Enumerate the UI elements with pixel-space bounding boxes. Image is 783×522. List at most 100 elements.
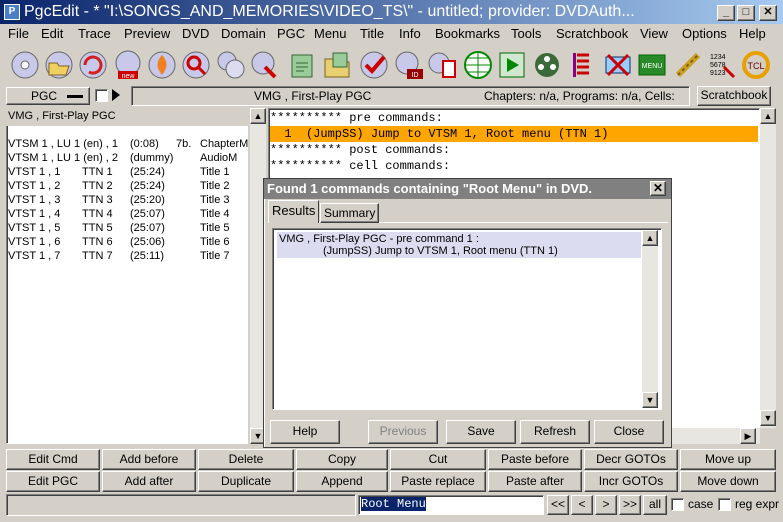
close-window-button[interactable]: ✕ <box>759 5 777 21</box>
menu-tools[interactable]: Tools <box>511 26 541 41</box>
selected-command-line[interactable]: 1 (JumpSS) Jump to VTSM 1, Root menu (TT… <box>270 126 758 142</box>
search-dvd-icon[interactable] <box>179 48 213 82</box>
tab-results[interactable]: Results <box>268 200 320 223</box>
pgc-list-cell[interactable]: VTST 1 , 7 <box>8 250 60 262</box>
menu-file[interactable]: File <box>8 26 29 41</box>
globe-icon[interactable] <box>461 48 495 82</box>
code-scrollbar[interactable] <box>760 108 776 428</box>
menu-dvd[interactable]: DVD <box>182 26 209 41</box>
chain-icon[interactable] <box>671 48 705 82</box>
film-reel-icon[interactable] <box>530 48 564 82</box>
menu-help[interactable]: Help <box>739 26 766 41</box>
notes-icon[interactable] <box>285 48 319 82</box>
scroll-right-icon[interactable]: ▶ <box>740 428 756 444</box>
numbers-icon[interactable]: 1234 5678 9123 <box>705 48 739 82</box>
edit-pgc-button[interactable]: Edit PGC <box>6 471 100 492</box>
dialog-refresh-button[interactable]: Refresh <box>520 420 590 444</box>
menu-icon[interactable]: MENU <box>635 48 669 82</box>
dialog-save-button[interactable]: Save <box>446 420 516 444</box>
menu-pgc[interactable]: PGC <box>277 26 305 41</box>
scroll-down-icon[interactable]: ▼ <box>642 392 658 408</box>
dialog-close-button[interactable]: Close <box>594 420 664 444</box>
menu-view[interactable]: View <box>640 26 668 41</box>
copy-button[interactable]: Copy <box>296 449 388 470</box>
case-checkbox[interactable] <box>671 498 684 511</box>
last-result-button[interactable]: >> <box>619 495 641 515</box>
scroll-down-icon[interactable]: ▼ <box>760 410 776 426</box>
menu-trace[interactable]: Trace <box>78 26 111 41</box>
append-button[interactable]: Append <box>296 471 388 492</box>
add-after-button[interactable]: Add after <box>102 471 196 492</box>
scratchbook-button[interactable]: Scratchbook <box>697 86 771 106</box>
play-green-icon[interactable] <box>495 48 529 82</box>
duplicate-button[interactable]: Duplicate <box>198 471 294 492</box>
pgc-list-cell[interactable]: VTST 1 , 1 <box>8 166 60 178</box>
menu-scratchbook[interactable]: Scratchbook <box>556 26 628 41</box>
dvd-arrow-icon[interactable] <box>248 48 282 82</box>
pgc-list-cell[interactable]: VTST 1 , 4 <box>8 208 60 220</box>
scroll-up-icon[interactable]: ▲ <box>760 108 776 124</box>
pgc-list-cell[interactable]: VTST 1 , 3 <box>8 194 60 206</box>
paste-replace-button[interactable]: Paste replace <box>390 471 486 492</box>
copy-dvd-icon[interactable] <box>426 48 460 82</box>
play-icon[interactable] <box>112 89 120 101</box>
pgc-list-cell[interactable]: VTSM 1 , LU 1 (en) , 2 <box>8 152 118 164</box>
menu-bookmarks[interactable]: Bookmarks <box>435 26 500 41</box>
tab-summary[interactable]: Summary <box>320 203 380 223</box>
pgc-list-cell: TTN 1 <box>82 166 113 178</box>
next-result-button[interactable]: > <box>595 495 617 515</box>
app-icon[interactable]: P <box>4 4 20 20</box>
list-icon[interactable] <box>566 48 600 82</box>
pgc-list-cell[interactable]: VTSM 1 , LU 1 (en) , 1 <box>8 138 118 150</box>
move-up-button[interactable]: Move up <box>680 449 776 470</box>
burn-icon[interactable] <box>145 48 179 82</box>
maximize-button[interactable]: □ <box>737 5 755 21</box>
add-before-button[interactable]: Add before <box>102 449 196 470</box>
menu-options[interactable]: Options <box>682 26 727 41</box>
open-dvd-icon[interactable] <box>8 48 42 82</box>
minimize-button[interactable]: _ <box>717 5 735 21</box>
find-all-button[interactable]: all <box>643 495 667 515</box>
paste-after-button[interactable]: Paste after <box>488 471 582 492</box>
menu-title[interactable]: Title <box>360 26 384 41</box>
decr-gotos-button[interactable]: Decr GOTOs <box>584 449 678 470</box>
menu-preview[interactable]: Preview <box>124 26 170 41</box>
dialog-close-icon[interactable]: ✕ <box>650 181 666 196</box>
folder-notes-icon[interactable] <box>320 48 354 82</box>
move-down-button[interactable]: Move down <box>680 471 776 492</box>
reload-icon[interactable] <box>76 48 110 82</box>
menu-info[interactable]: Info <box>399 26 421 41</box>
prev-result-button[interactable]: < <box>571 495 593 515</box>
open-folder-icon[interactable] <box>42 48 76 82</box>
pgc-list-cell[interactable]: VTST 1 , 6 <box>8 236 60 248</box>
check-dvd-icon[interactable] <box>357 48 391 82</box>
dialog-help-button[interactable]: Help <box>270 420 340 444</box>
pgc-list-selected[interactable]: VMG , First-Play PGC <box>6 108 248 126</box>
pgc-select[interactable]: PGC <box>6 87 90 105</box>
tcl-icon[interactable]: TCL <box>739 48 773 82</box>
search-input[interactable]: Root Menu <box>358 495 544 515</box>
cross-grid-icon[interactable] <box>601 48 635 82</box>
pgc-list-cell[interactable]: VTST 1 , 5 <box>8 222 60 234</box>
dialog-previous-button[interactable]: Previous <box>368 420 438 444</box>
toggle-checkbox[interactable] <box>95 89 108 102</box>
results-scrollbar[interactable] <box>642 230 658 408</box>
menu-domain[interactable]: Domain <box>221 26 266 41</box>
id-dvd-icon[interactable]: ID <box>392 48 426 82</box>
paste-before-button[interactable]: Paste before <box>488 449 582 470</box>
pgc-list-cell[interactable]: VTST 1 , 2 <box>8 180 60 192</box>
edit-cmd-button[interactable]: Edit Cmd <box>6 449 100 470</box>
delete-button[interactable]: Delete <box>198 449 294 470</box>
new-dvd-icon[interactable]: new <box>111 48 145 82</box>
first-result-button[interactable]: << <box>547 495 569 515</box>
incr-gotos-button[interactable]: Incr GOTOs <box>584 471 678 492</box>
regexp-checkbox[interactable] <box>718 498 731 511</box>
dialog-title[interactable]: Found 1 commands containing "Root Menu" … <box>264 179 671 199</box>
menu-menu[interactable]: Menu <box>314 26 347 41</box>
dvd-pair-icon[interactable] <box>214 48 248 82</box>
scroll-up-icon[interactable]: ▲ <box>642 230 658 246</box>
scroll-up-icon[interactable]: ▲ <box>250 108 266 124</box>
result-item[interactable]: VMG , First-Play PGC - pre command 1 : (… <box>277 232 641 258</box>
menu-edit[interactable]: Edit <box>41 26 63 41</box>
cut-button[interactable]: Cut <box>390 449 486 470</box>
